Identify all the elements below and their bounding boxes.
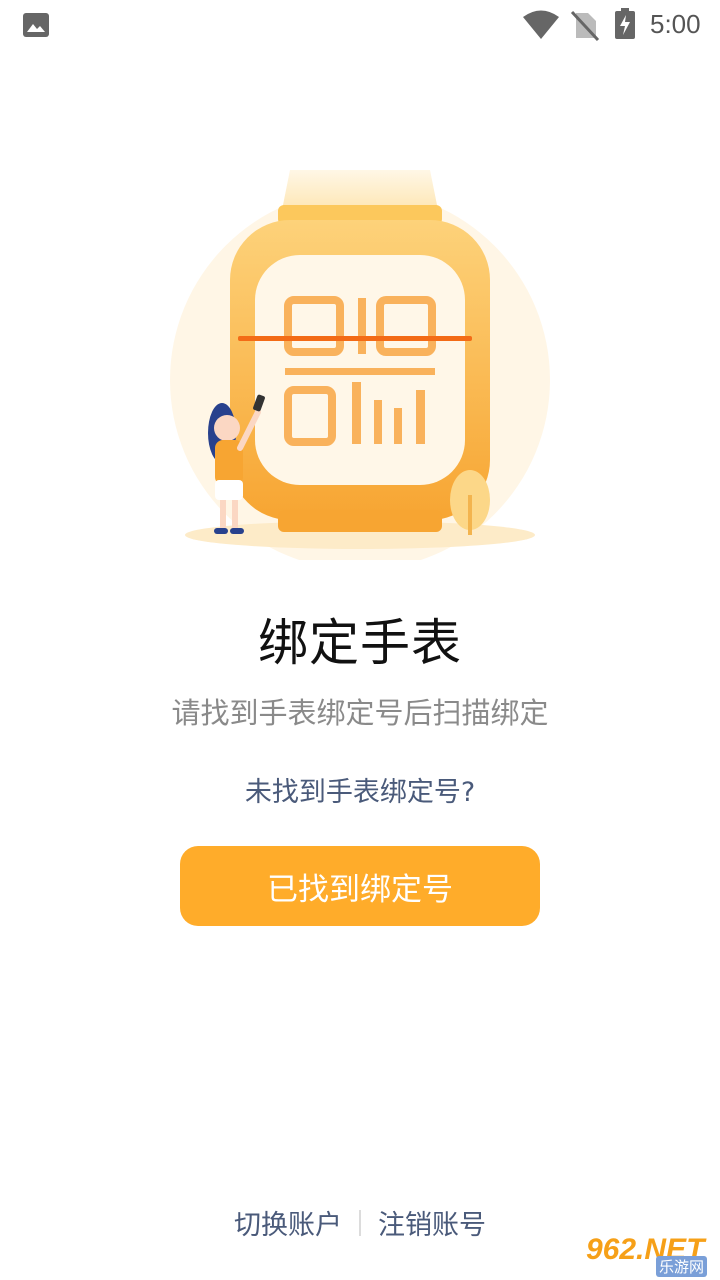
switch-account-link[interactable]: 切换账户 [234, 1203, 342, 1242]
subtitle: 请找到手表绑定号后扫描绑定 [171, 696, 549, 730]
no-sim-icon [570, 10, 600, 41]
status-bar: 5:00 [0, 0, 720, 50]
gallery-icon [23, 13, 49, 37]
binding-number-help-link[interactable]: 未找到手表绑定号? [0, 770, 720, 809]
cancel-account-link[interactable]: 注销账号 [378, 1203, 486, 1242]
watermark-sub: 乐游网 [656, 1256, 708, 1277]
watch-qr-scan-illustration [170, 170, 550, 560]
status-time: 5:00 [650, 9, 701, 39]
wifi-icon [523, 10, 559, 39]
footer-divider [359, 1209, 361, 1236]
battery-charging-icon [615, 8, 635, 39]
page-title: 绑定手表 [258, 614, 462, 672]
found-binding-number-button[interactable]: 已找到绑定号 [180, 846, 540, 926]
